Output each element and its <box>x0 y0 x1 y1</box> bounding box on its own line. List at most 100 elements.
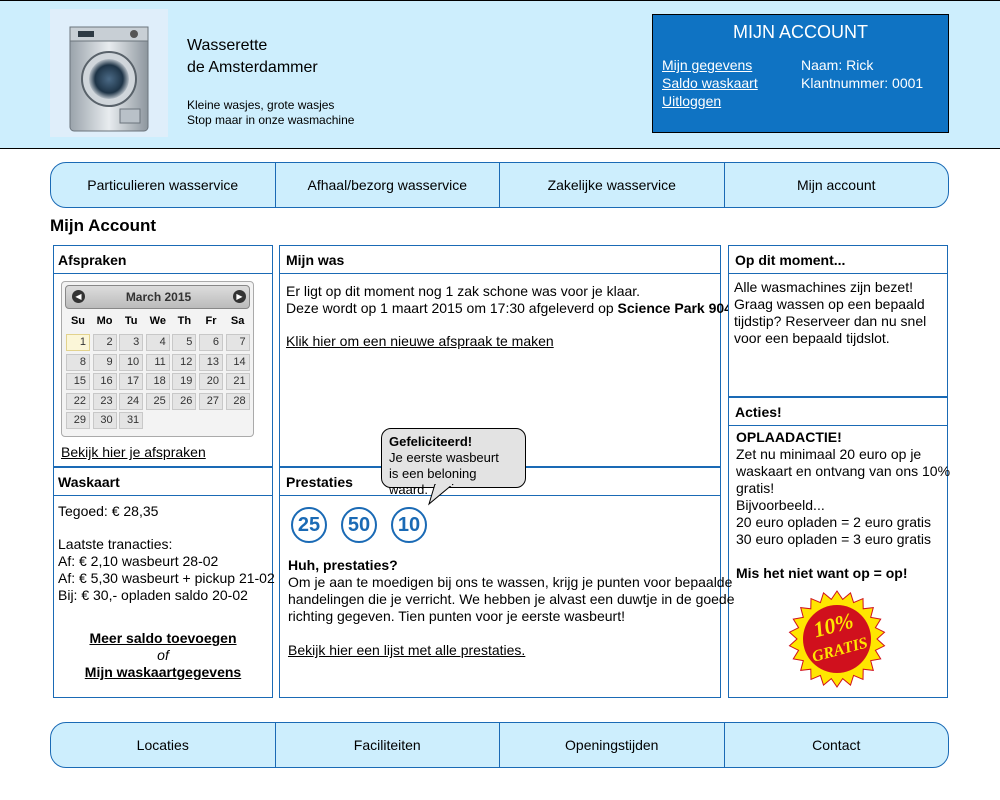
all-achievements-link[interactable]: Bekijk hier een lijst met alle prestatie… <box>288 642 525 659</box>
calendar-widget: ◀ March 2015 ▶ Su Mo Tu We Th Fr Sa 1234567891… <box>61 281 254 437</box>
nav-my-account[interactable]: Mijn account <box>725 163 949 207</box>
brand-name-line1: Wasserette <box>187 37 268 54</box>
my-laundry-heading: Mijn was <box>280 246 720 274</box>
calendar-day[interactable]: 7 <box>225 334 250 351</box>
calendar-day[interactable]: 14 <box>225 353 250 371</box>
appointments-heading: Afspraken <box>54 246 272 274</box>
calendar-day[interactable]: 29 <box>66 412 90 429</box>
calendar-day[interactable]: 3 <box>119 334 144 351</box>
next-month-icon[interactable]: ▶ <box>233 290 246 303</box>
my-details-link[interactable]: Mijn gegevens <box>662 57 752 73</box>
calendar-header: ◀ March 2015 ▶ <box>65 285 250 309</box>
current-status-line3: tijdstip? Reserveer dan nu snel <box>734 313 927 329</box>
brand-name-line2: de Amsterdammer <box>187 59 318 76</box>
calendar-day[interactable]: 21 <box>225 373 250 390</box>
calendar-day[interactable]: 13 <box>199 353 223 371</box>
nav-pickup-delivery[interactable]: Afhaal/bezorg wasservice <box>276 163 500 207</box>
achievements-text-line3: richting gegeven. Tien punten voor je ee… <box>288 608 625 624</box>
achievement-badge-10[interactable]: 10 <box>391 507 427 543</box>
promotion-line6: 30 euro opladen = 3 euro gratis <box>736 531 931 547</box>
calendar-weekday: Mo <box>96 315 113 327</box>
card-balance: Tegoed: € 28,35 <box>58 503 159 519</box>
logout-link[interactable]: Uitloggen <box>662 93 721 109</box>
laundry-status-line2: Deze wordt op 1 maart 2015 om 17:30 afge… <box>286 300 736 316</box>
laundry-status-line1: Er ligt op dit moment nog 1 zak schone w… <box>286 283 641 299</box>
calendar-day[interactable]: 4 <box>145 334 170 351</box>
calendar-day[interactable]: 31 <box>119 412 144 429</box>
calendar-day[interactable]: 11 <box>145 353 170 371</box>
achievement-badge-50[interactable]: 50 <box>341 507 377 543</box>
promotion-line5: 20 euro opladen = 2 euro gratis <box>736 514 931 530</box>
calendar-day[interactable]: 19 <box>172 373 197 390</box>
laundry-card-heading: Waskaart <box>54 468 272 496</box>
nav-private-service[interactable]: Particulieren wasservice <box>51 163 276 207</box>
nav-contact[interactable]: Contact <box>725 723 949 767</box>
promotions-heading: Acties! <box>729 398 947 426</box>
achievements-text-line2: handelingen die je verricht. We hebben j… <box>288 591 735 607</box>
transaction-3: Bij: € 30,- opladen saldo 20-02 <box>58 587 248 603</box>
calendar-day[interactable]: 1 <box>66 334 90 351</box>
view-appointments-link[interactable]: Bekijk hier je afspraken <box>61 444 206 461</box>
calendar-weekday: Sa <box>230 315 245 327</box>
customer-number: Klantnummer: 0001 <box>801 75 924 91</box>
nav-opening-hours[interactable]: Openingstijden <box>500 723 725 767</box>
calendar-day[interactable]: 17 <box>119 373 144 390</box>
calendar-month: March 2015 <box>125 290 192 304</box>
current-status-line1: Alle wasmachines zijn bezet! <box>734 279 913 295</box>
calendar-day[interactable]: 24 <box>119 392 144 410</box>
footer-nav: Locaties Faciliteiten Openingstijden Con… <box>50 722 949 768</box>
calendar-weekday: Su <box>70 315 86 327</box>
card-details-link[interactable]: Mijn waskaartgegevens <box>53 664 273 681</box>
calendar-day[interactable]: 6 <box>199 334 223 351</box>
calendar-day[interactable]: 10 <box>119 353 144 371</box>
achievements-text-line1: Om je aan te moedigen bij ons te wassen,… <box>288 574 733 590</box>
promotion-title: OPLAADACTIE! <box>736 429 842 445</box>
achievement-badge-25[interactable]: 25 <box>291 507 327 543</box>
calendar-day[interactable]: 27 <box>199 392 223 410</box>
calendar-day[interactable]: 16 <box>92 373 117 390</box>
promotion-line1: Zet nu minimaal 20 euro op je <box>736 446 922 462</box>
calendar-grid: 1 2 3 4 5 6 7 8 9 10 11 12 13 14 15 16 17 18 19 20 21 22 23 24 2… <box>65 334 251 434</box>
promotion-line3: gratis! <box>736 480 775 496</box>
calendar-weekday: Fr <box>205 315 217 327</box>
calendar-day[interactable]: 20 <box>199 373 223 390</box>
bubble-tail <box>425 483 465 511</box>
tagline-line1: Kleine wasjes, grote wasjes <box>187 98 335 112</box>
calendar-weekday: Th <box>177 315 192 327</box>
add-balance-link[interactable]: Meer saldo toevoegen <box>53 630 273 647</box>
calendar-day[interactable]: 9 <box>92 353 117 371</box>
calendar-day[interactable]: 18 <box>145 373 170 390</box>
or-label: of <box>157 647 169 663</box>
new-appointment-link[interactable]: Klik hier om een nieuwe afspraak te make… <box>286 333 554 350</box>
calendar-day[interactable]: 30 <box>92 412 117 429</box>
calendar-day[interactable]: 22 <box>66 392 90 410</box>
calendar-day[interactable]: 15 <box>66 373 90 390</box>
calendar-day[interactable]: 26 <box>172 392 197 410</box>
calendar-day[interactable]: 23 <box>92 392 117 410</box>
promotion-line4: Bijvoorbeeld... <box>736 497 825 513</box>
calendar-day[interactable]: 12 <box>172 353 197 371</box>
washing-machine-icon <box>50 9 168 137</box>
calendar-weekday: Tu <box>124 315 138 327</box>
tagline-line2: Stop maar in onze wasmachine <box>187 113 355 127</box>
calendar-day[interactable]: 28 <box>225 392 250 410</box>
card-balance-link[interactable]: Saldo waskaart <box>662 75 758 91</box>
bubble-line1: Je eerste wasbeurt <box>389 450 499 465</box>
account-title: MIJN ACCOUNT <box>733 22 868 42</box>
discount-stamp: 10% GRATIS <box>787 589 887 694</box>
transaction-1: Af: € 2,10 wasbeurt 28-02 <box>58 553 219 569</box>
calendar-day[interactable]: 5 <box>172 334 197 351</box>
calendar-day[interactable]: 2 <box>92 334 117 351</box>
calendar-day[interactable]: 25 <box>145 392 170 410</box>
nav-business-service[interactable]: Zakelijke wasservice <box>500 163 725 207</box>
nav-locations[interactable]: Locaties <box>51 723 276 767</box>
calendar-day[interactable]: 8 <box>66 353 90 371</box>
page-title: Mijn Account <box>50 216 157 235</box>
current-status-line4: voor een bepaald tijdslot. <box>734 330 890 346</box>
calendar-weekday: We <box>149 315 166 327</box>
calendar-weekdays: Su Mo Tu We Th Fr Sa <box>65 315 251 329</box>
promotion-slogan: Mis het niet want op = op! <box>736 565 908 581</box>
transactions-label: Laatste tranacties: <box>58 536 173 552</box>
achievements-subheading: Huh, prestaties? <box>288 557 398 573</box>
nav-facilities[interactable]: Faciliteiten <box>276 723 500 767</box>
